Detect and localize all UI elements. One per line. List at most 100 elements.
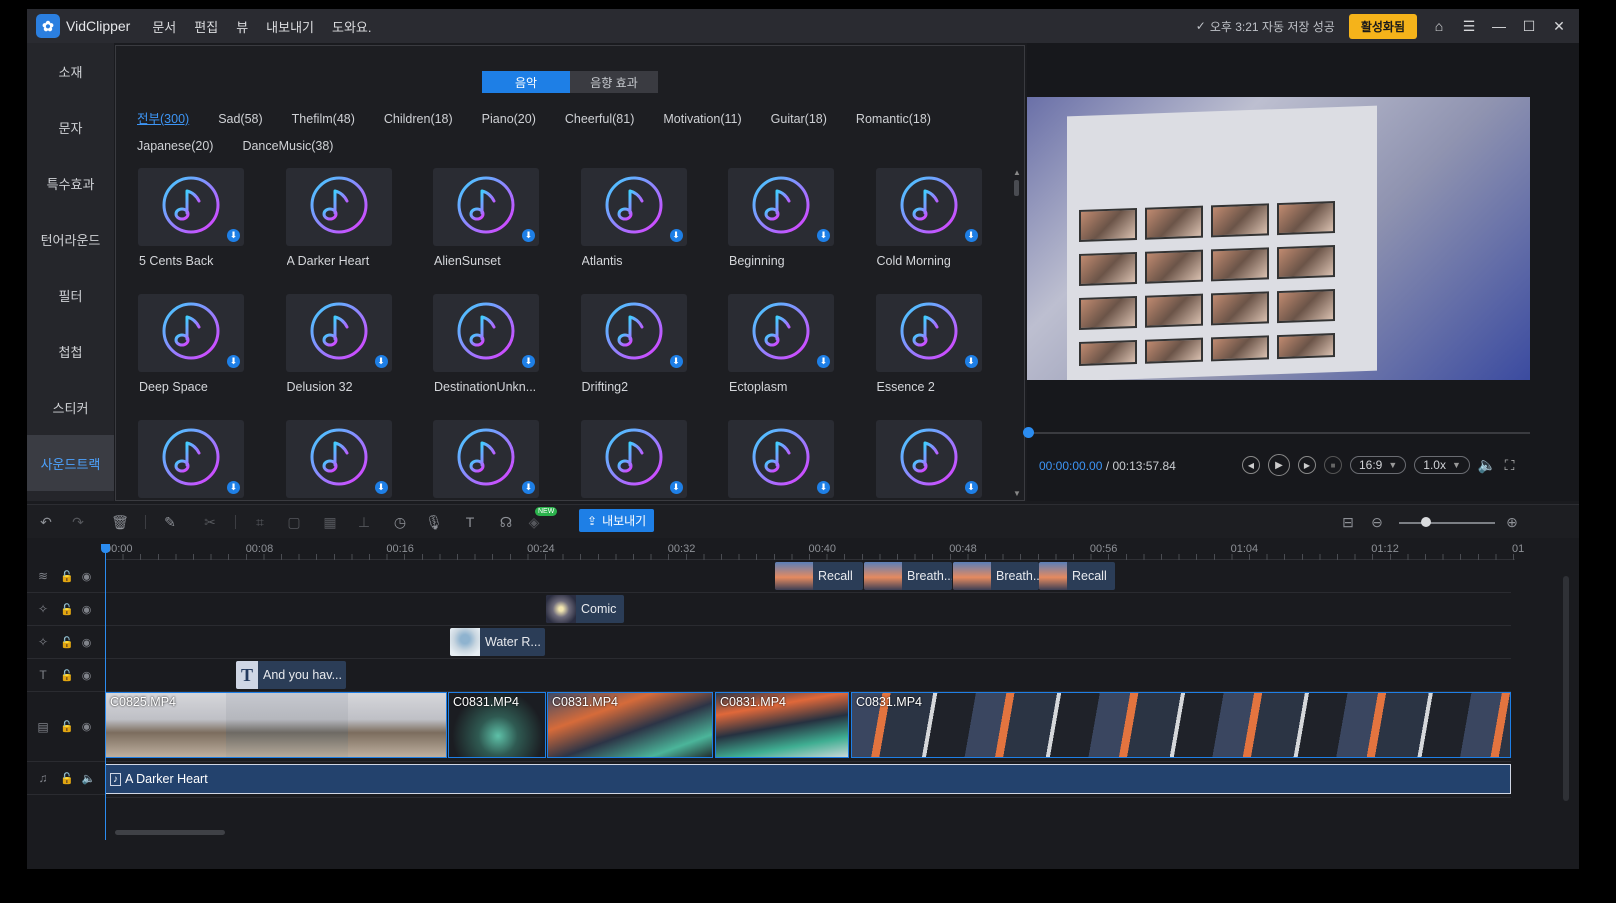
- music-thumbnail[interactable]: ⬇: [580, 294, 687, 372]
- music-item[interactable]: ⬇: [138, 420, 246, 498]
- lock-icon[interactable]: 🔓: [60, 720, 74, 733]
- download-icon[interactable]: ⬇: [669, 229, 683, 242]
- fit-timeline-icon[interactable]: ⊟: [1339, 513, 1357, 531]
- music-thumbnail[interactable]: ⬇: [728, 294, 834, 372]
- category-filter[interactable]: Romantic(18): [856, 111, 931, 127]
- music-thumbnail[interactable]: ⬇: [875, 168, 982, 246]
- preview-seek-knob[interactable]: [1023, 427, 1034, 438]
- zoom-in-icon[interactable]: ⊕: [1503, 513, 1521, 531]
- download-icon[interactable]: ⬇: [817, 355, 830, 368]
- undo-icon[interactable]: ↶: [37, 513, 55, 531]
- music-thumbnail[interactable]: ⬇: [285, 420, 392, 498]
- eye-icon[interactable]: ◉: [82, 720, 92, 733]
- tab-music[interactable]: 음악: [482, 71, 570, 93]
- menu-help[interactable]: 도와요.: [332, 17, 372, 36]
- eye-icon[interactable]: ◉: [82, 570, 92, 583]
- edit-icon[interactable]: ✎: [161, 513, 179, 531]
- minimize-icon[interactable]: —: [1491, 18, 1507, 34]
- music-item[interactable]: ⬇ Beginning: [728, 168, 836, 268]
- download-icon[interactable]: ⬇: [817, 229, 830, 242]
- music-item[interactable]: ⬇: [433, 420, 541, 498]
- playhead[interactable]: [105, 550, 106, 840]
- zoom-slider[interactable]: [1399, 522, 1495, 524]
- sidebar-item-transitions[interactable]: 턴어라운드: [27, 211, 114, 267]
- pip-clip[interactable]: Breath...: [864, 562, 952, 590]
- music-thumbnail[interactable]: ⬇: [138, 168, 244, 246]
- sidebar-item-text[interactable]: 문자: [27, 99, 114, 155]
- download-icon[interactable]: ⬇: [522, 229, 535, 242]
- music-item[interactable]: ⬇ Cold Morning: [875, 168, 984, 268]
- eye-icon[interactable]: ◉: [82, 636, 92, 649]
- music-item[interactable]: ⬇ Essence 2: [875, 294, 984, 394]
- music-thumbnail[interactable]: ⬇: [433, 294, 539, 372]
- mosaic-icon[interactable]: ▦: [321, 513, 339, 531]
- download-icon[interactable]: ⬇: [227, 481, 240, 494]
- menu-edit[interactable]: 편집: [194, 17, 218, 36]
- category-filter[interactable]: Thefilm(48): [292, 111, 355, 127]
- lock-icon[interactable]: 🔓: [60, 603, 74, 616]
- prev-frame-icon[interactable]: ◀: [1242, 456, 1260, 474]
- music-thumbnail[interactable]: ⬇: [138, 420, 244, 498]
- music-thumbnail[interactable]: ⬇: [875, 294, 982, 372]
- category-filter[interactable]: Guitar(18): [771, 111, 827, 127]
- chart-icon[interactable]: ⊥: [355, 513, 373, 531]
- eye-icon[interactable]: ◉: [82, 669, 92, 682]
- sidebar-item-media[interactable]: 소재: [27, 43, 114, 99]
- music-thumbnail[interactable]: ⬇: [285, 294, 392, 372]
- download-icon[interactable]: ⬇: [374, 355, 388, 368]
- music-item[interactable]: ⬇: [875, 420, 984, 498]
- sidebar-item-filters[interactable]: 필터: [27, 267, 114, 323]
- video-clip[interactable]: C0831.MP4: [547, 692, 713, 758]
- category-filter[interactable]: Sad(58): [218, 111, 262, 127]
- category-filter[interactable]: Piano(20): [482, 111, 536, 127]
- stop-icon[interactable]: ■: [1324, 456, 1342, 474]
- lock-icon[interactable]: 🔓: [60, 669, 74, 682]
- download-icon[interactable]: ⬇: [817, 481, 830, 494]
- video-clip[interactable]: C0825.MP4: [105, 692, 447, 758]
- music-item[interactable]: ⬇: [285, 420, 394, 498]
- music-item[interactable]: ⬇ Ectoplasm: [728, 294, 836, 394]
- library-scroll-thumb[interactable]: [1014, 180, 1019, 196]
- preview-seek-bar[interactable]: [1027, 432, 1530, 434]
- audio-clip[interactable]: ♪ A Darker Heart: [105, 764, 1511, 794]
- timeline-ruler[interactable]: 00:00 00:08 00:16 00:24 00:32 00:40 00:48 00:56…: [105, 538, 1524, 560]
- crop-icon[interactable]: ⌗: [251, 513, 269, 531]
- close-icon[interactable]: ✕: [1551, 18, 1567, 34]
- video-clip[interactable]: C0831.MP4: [715, 692, 849, 758]
- menu-file[interactable]: 문서: [152, 17, 176, 36]
- speed-select[interactable]: 1.0x ▼: [1414, 456, 1470, 474]
- aspect-ratio-select[interactable]: 16:9 ▼: [1350, 456, 1407, 474]
- volume-icon[interactable]: 🔈: [1478, 456, 1497, 474]
- category-filter[interactable]: 전부(300): [137, 111, 189, 127]
- voice-changer-icon[interactable]: ☊: [497, 513, 515, 531]
- sidebar-item-effects[interactable]: 특수효과: [27, 155, 114, 211]
- speaker-icon[interactable]: 🔈: [82, 772, 96, 785]
- hamburger-menu-icon[interactable]: ☰: [1461, 18, 1477, 34]
- next-frame-icon[interactable]: ▶: [1298, 456, 1316, 474]
- music-thumbnail[interactable]: ⬇: [138, 294, 244, 372]
- download-icon[interactable]: ⬇: [669, 481, 683, 494]
- freeze-icon[interactable]: ▢: [285, 513, 303, 531]
- text-to-speech-icon[interactable]: T: [461, 513, 479, 531]
- maximize-icon[interactable]: ☐: [1521, 18, 1537, 34]
- video-clip[interactable]: C0831.MP4: [851, 692, 1511, 758]
- category-filter[interactable]: Cheerful(81): [565, 111, 634, 127]
- music-thumbnail[interactable]: ⬇: [580, 420, 687, 498]
- music-thumbnail[interactable]: [285, 168, 392, 246]
- sidebar-item-overlay[interactable]: 첩첩: [27, 323, 114, 379]
- effect-clip[interactable]: Water R...: [450, 628, 545, 656]
- download-icon[interactable]: ⬇: [964, 481, 978, 494]
- eye-icon[interactable]: ◉: [82, 603, 92, 616]
- music-thumbnail[interactable]: ⬇: [728, 420, 834, 498]
- music-thumbnail[interactable]: ⬇: [433, 420, 539, 498]
- library-scrollbar[interactable]: ▲ ▼: [1012, 168, 1022, 498]
- music-thumbnail[interactable]: ⬇: [728, 168, 834, 246]
- category-filter[interactable]: Motivation(11): [663, 111, 741, 127]
- timeline-horizontal-scrollbar[interactable]: [115, 830, 225, 835]
- category-filter[interactable]: DanceMusic(38): [242, 138, 333, 154]
- download-icon[interactable]: ⬇: [964, 229, 978, 242]
- playhead-handle[interactable]: [101, 544, 110, 553]
- video-clip[interactable]: C0831.MP4: [448, 692, 546, 758]
- music-thumbnail[interactable]: ⬇: [875, 420, 982, 498]
- music-item[interactable]: ⬇ Deep Space: [138, 294, 246, 394]
